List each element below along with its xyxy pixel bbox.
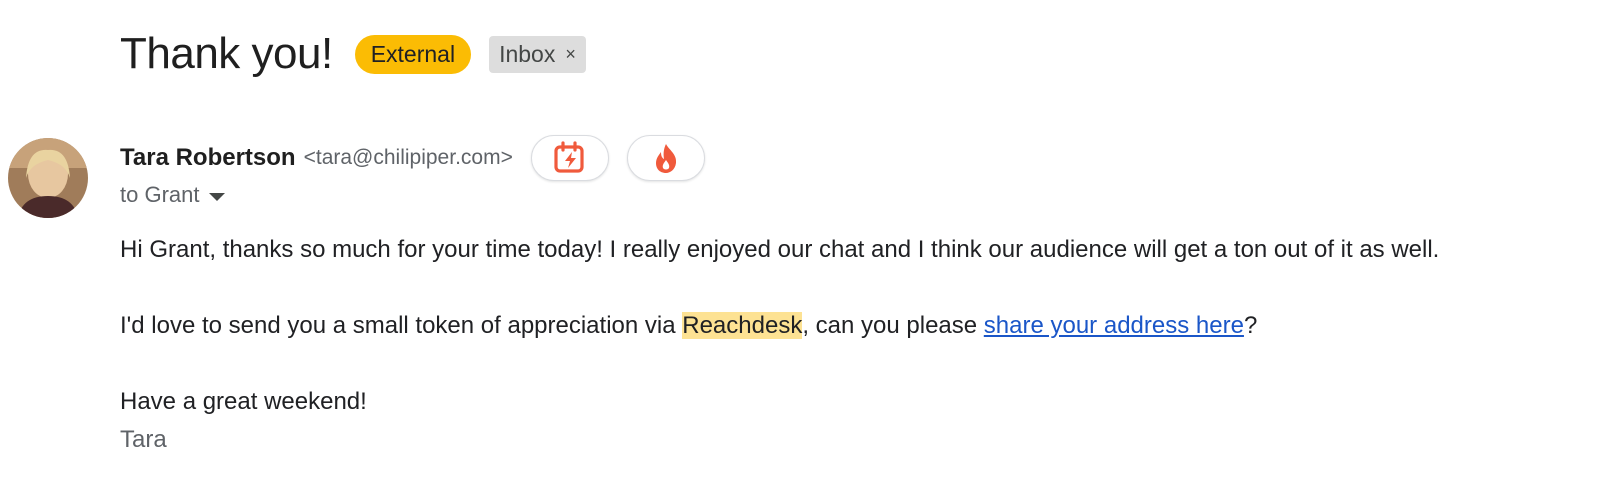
recipient-details-toggle[interactable]: to Grant [120,182,226,208]
chevron-down-icon[interactable] [209,193,226,201]
subject-row: Thank you! External Inbox × [120,28,586,80]
sender-email: <tara@chilipiper.com> [303,146,513,169]
avatar[interactable] [8,138,88,218]
message-paragraph-3: Have a great weekend! [120,388,367,415]
chili-flame-icon [655,144,676,173]
signature: Tara [120,426,167,453]
message-paragraph-1: Hi Grant, thanks so much for your time t… [120,236,1440,263]
paragraph-text: I'd love to send you a small token of ap… [120,312,683,339]
recipient-line: to Grant [120,182,200,207]
calendar-lightning-icon [554,141,584,173]
paragraph-text: , can you please [802,312,984,339]
inbox-label-text: Inbox [499,40,556,67]
remove-label-icon[interactable]: × [565,41,576,68]
sender-row: Tara Robertson <tara@chilipiper.com> [120,135,705,181]
email-subject: Thank you! [120,29,333,78]
external-label: External [354,34,472,74]
sender-name[interactable]: Tara Robertson [120,144,296,172]
share-address-link[interactable]: share your address here [984,312,1244,339]
chili-piper-button[interactable] [626,135,705,181]
paragraph-text: ? [1243,312,1258,339]
inbox-label[interactable]: Inbox × [489,35,586,73]
message-paragraph-2: I'd love to send you a small token of ap… [120,312,1257,340]
chili-piper-meeting-button[interactable] [530,135,609,181]
highlighted-text: Reachdesk [682,312,803,339]
